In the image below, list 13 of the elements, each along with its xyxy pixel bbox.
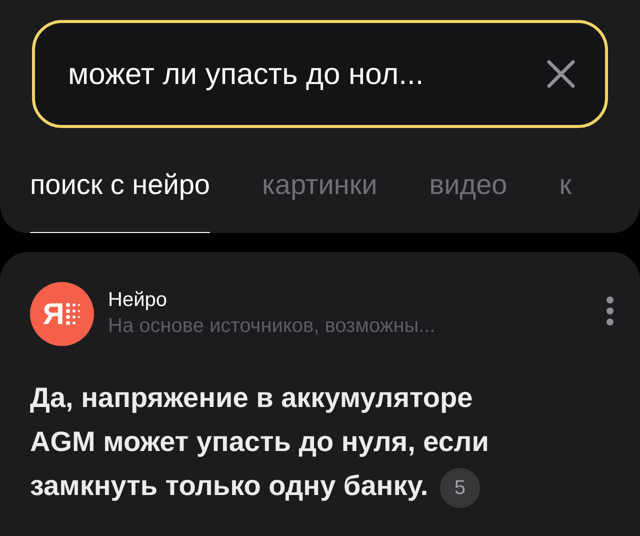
- search-field[interactable]: может ли упасть до нол...: [32, 20, 608, 128]
- tab[interactable]: картинки: [262, 164, 378, 233]
- search-text: может ли упасть до нол...: [68, 56, 425, 92]
- source-note: На основе источников, возможны...: [108, 314, 436, 339]
- source-count-badge[interactable]: 5: [440, 468, 480, 508]
- close-icon[interactable]: [547, 60, 575, 88]
- logo-icon: Я: [30, 282, 94, 346]
- answer-text: Да, напряжение в аккумуляторе AGM может упасть до нуля, если замкнуть только одну банку. 5: [30, 376, 610, 508]
- tab[interactable]: к: [559, 164, 572, 233]
- tab[interactable]: поиск с нейро: [30, 164, 210, 233]
- tab[interactable]: видео: [429, 164, 508, 233]
- source-name: Нейро: [108, 288, 168, 313]
- more-icon[interactable]: [605, 296, 615, 326]
